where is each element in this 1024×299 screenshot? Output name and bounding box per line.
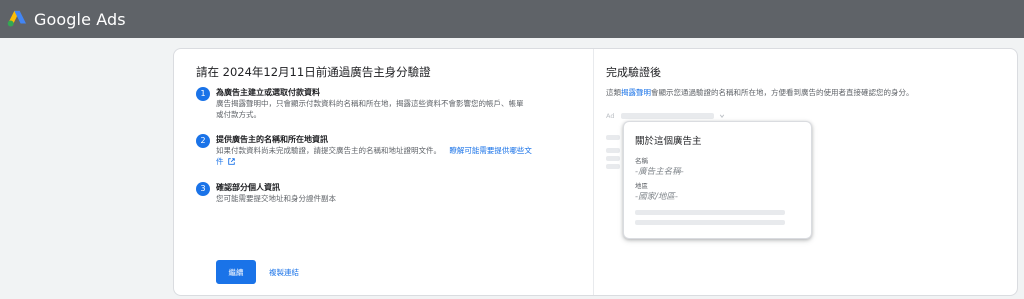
ad-label: Ad xyxy=(606,112,615,120)
step-2-desc-text: 如果付款資料尚未完成驗證，請提交廣告主的名稱和地址證明文件。 xyxy=(216,146,441,155)
popup-placeholder-bar xyxy=(635,210,785,215)
verification-card: 請在 2024年12月11日前通過廣告主身分驗證 1 為廣告主建立或選取付款資料… xyxy=(173,48,1018,296)
ad-placeholder-bar xyxy=(606,156,620,161)
popup-title: 關於這個廣告主 xyxy=(635,136,702,147)
required-documents-link[interactable]: 瞭解可能需要提供哪些文 xyxy=(449,146,532,155)
step-number-2: 2 xyxy=(196,134,210,148)
step-2-desc: 如果付款資料尚未完成驗證，請提交廣告主的名稱和地址證明文件。 瞭解可能需要提供哪… xyxy=(216,145,588,156)
step-1-title: 為廣告主建立或選取付款資料 xyxy=(216,88,320,97)
advertiser-name-value: -廣告主名稱- xyxy=(635,167,684,177)
about-advertiser-popup: 關於這個廣告主 名稱 -廣告主名稱- 地區 -國家/地區- xyxy=(623,121,812,239)
external-link-icon[interactable] xyxy=(228,158,235,165)
ad-placeholder-bar xyxy=(606,164,620,169)
preview-description: 這類揭露聲明會顯示您通過驗證的名稱和所在地，方便看到廣告的使用者直接確認您的身分… xyxy=(606,87,914,98)
verification-steps-panel: 請在 2024年12月11日前通過廣告主身分驗證 1 為廣告主建立或選取付款資料… xyxy=(174,49,594,295)
advertiser-region-value: -國家/地區- xyxy=(635,192,678,202)
ad-placeholder-bar xyxy=(606,135,620,140)
advertiser-region-label: 地區 xyxy=(635,182,648,190)
page-title: 請在 2024年12月11日前通過廣告主身分驗證 xyxy=(196,65,431,79)
step-2: 2 提供廣告主的名稱和所在地資訊 如果付款資料尚未完成驗證，請提交廣告主的名稱和… xyxy=(196,134,586,174)
required-documents-link-continued[interactable]: 件 xyxy=(216,157,224,166)
step-1: 1 為廣告主建立或選取付款資料 廣告揭露聲明中，只會顯示付款資料的名稱和所在地，… xyxy=(196,87,586,127)
step-3: 3 確認部分個人資訊 您可能需要提交地址和身分證件副本 xyxy=(196,182,586,212)
preview-desc-prefix: 這類 xyxy=(606,88,621,97)
google-ads-logo-icon xyxy=(7,10,26,27)
copy-link-button[interactable]: 複製連結 xyxy=(269,267,299,278)
continue-button[interactable]: 繼續 xyxy=(216,260,256,284)
preview-desc-suffix: 會顯示您通過驗證的名稱和所在地，方便看到廣告的使用者直接確認您的身分。 xyxy=(651,88,914,97)
preview-title: 完成驗證後 xyxy=(606,66,661,79)
step-1-desc-line2: 或付款方式。 xyxy=(216,110,261,119)
step-1-desc-line1: 廣告揭露聲明中，只會顯示付款資料的名稱和所在地，揭露這些資料不會影響您的帳戶、帳… xyxy=(216,99,524,108)
step-number-1: 1 xyxy=(196,87,210,101)
step-2-title: 提供廣告主的名稱和所在地資訊 xyxy=(216,135,328,144)
top-bar: Google Ads xyxy=(0,0,1024,38)
step-number-3: 3 xyxy=(196,182,210,196)
step-3-title: 確認部分個人資訊 xyxy=(216,183,280,192)
app-name: Google Ads xyxy=(34,9,126,29)
preview-panel: 完成驗證後 這類揭露聲明會顯示您通過驗證的名稱和所在地，方便看到廣告的使用者直接… xyxy=(595,49,1017,295)
popup-placeholder-bar xyxy=(635,220,785,225)
advertiser-name-label: 名稱 xyxy=(635,157,648,165)
step-3-desc: 您可能需要提交地址和身分證件副本 xyxy=(216,194,336,203)
chevron-down-icon xyxy=(719,114,725,118)
ad-placeholder-bar xyxy=(606,148,620,153)
step-2-link-continued: 件 xyxy=(216,156,588,167)
google-ads-logo[interactable]: Google Ads xyxy=(6,10,126,29)
ad-placeholder-bar xyxy=(621,113,714,119)
disclosure-link[interactable]: 揭露聲明 xyxy=(621,88,651,97)
